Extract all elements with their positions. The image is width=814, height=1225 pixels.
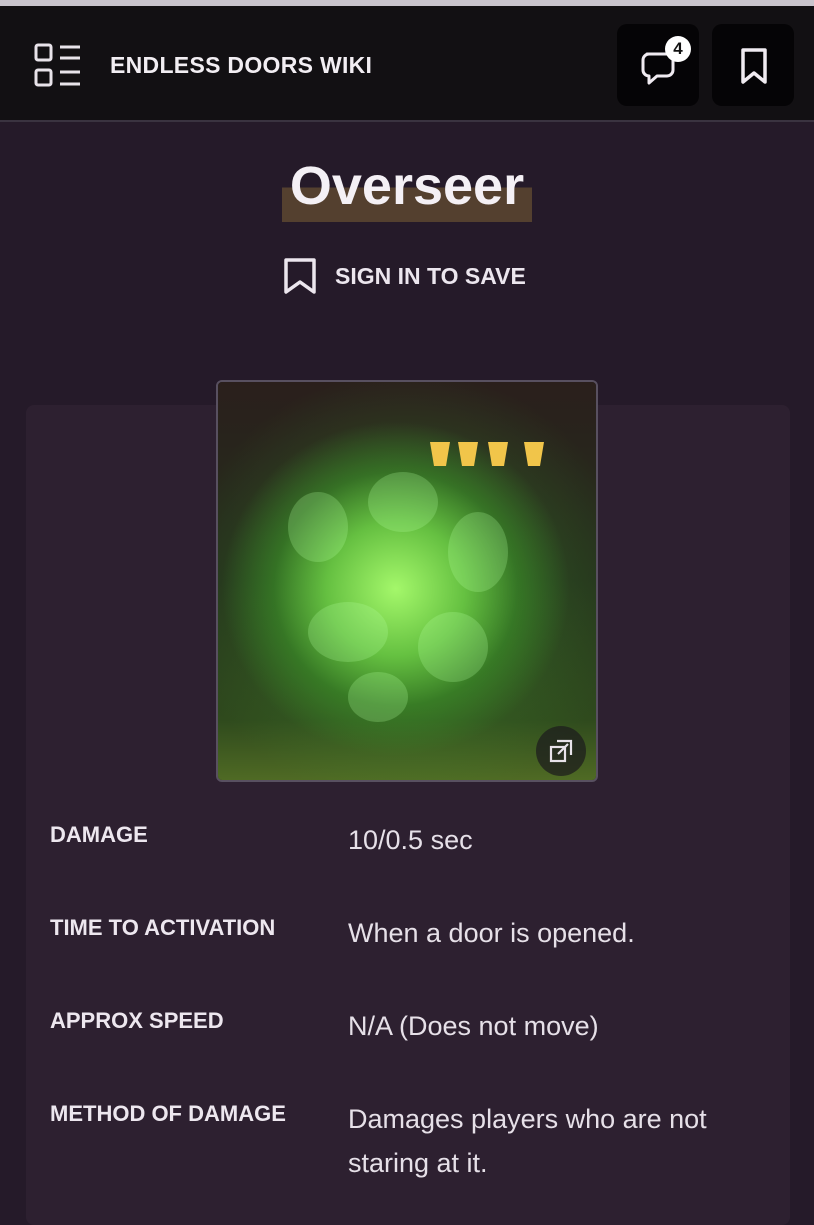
site-title[interactable]: ENDLESS DOORS WIKI [110,52,372,79]
expand-icon [549,739,573,763]
infobox-label: TIME TO ACTIVATION [50,915,276,940]
comments-button[interactable]: 4 [617,24,699,106]
bookmark-icon [741,48,767,84]
infobox-value: N/A (Does not move) [348,1011,599,1041]
infobox-value: Damages players who are not staring at i… [348,1104,707,1178]
infobox-label: APPROX SPEED [50,1008,224,1033]
infobox-value: 10/0.5 sec [348,825,473,855]
infobox-value: When a door is opened. [348,918,635,948]
infobox-label: METHOD OF DAMAGE [50,1101,286,1126]
overseer-scene [218,382,596,780]
overseer-image[interactable] [216,380,598,782]
menu-icon[interactable] [34,42,82,90]
comments-count-badge: 4 [665,36,691,62]
site-header: ENDLESS DOORS WIKI 4 [0,6,814,122]
expand-image-button[interactable] [536,726,586,776]
sign-in-to-save-label: SIGN IN TO SAVE [335,263,526,289]
infobox-label: DAMAGE [50,822,148,847]
bookmark-button[interactable] [712,24,794,106]
page-title-area: Overseer [0,150,814,222]
page-title: Overseer [281,150,533,222]
bookmark-icon [284,258,316,294]
